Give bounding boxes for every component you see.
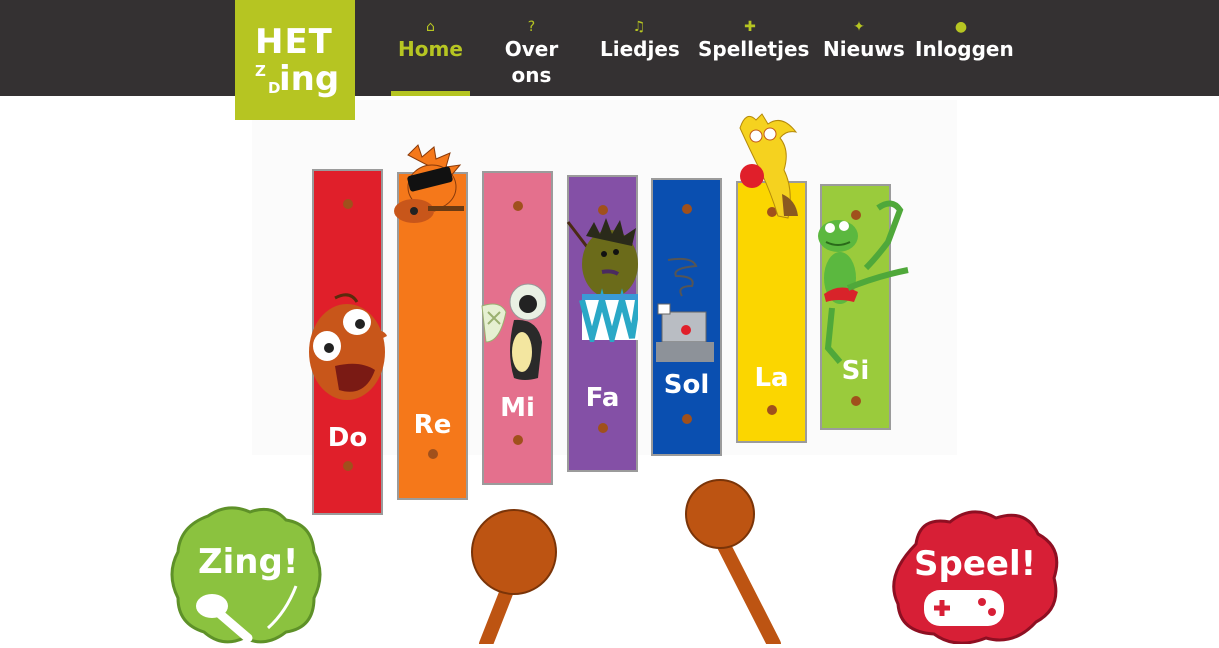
- bar-hole: [681, 204, 692, 214]
- nav-home[interactable]: ⌂ Home: [391, 18, 470, 96]
- bar-hole: [766, 405, 777, 415]
- bar-hole: [342, 199, 353, 209]
- bar-hole: [597, 423, 608, 433]
- speel-label: Speel!: [914, 544, 1037, 584]
- bar-hole: [681, 414, 692, 424]
- speel-button[interactable]: Speel!: [886, 504, 1064, 645]
- bar-note-label: La: [754, 363, 789, 393]
- nav-liedjes[interactable]: ♫ Liedjes: [600, 18, 680, 96]
- nav-spelletjes[interactable]: ✚ Spelletjes: [698, 18, 810, 96]
- hedgehog-drummer-character: [566, 218, 638, 342]
- nav-liedjes-label: Liedjes: [600, 37, 680, 61]
- logo-text-z: Z: [255, 62, 266, 80]
- penguin-astronaut-character: [481, 283, 547, 380]
- nav-nieuws[interactable]: ✦ Nieuws: [823, 18, 905, 96]
- nav-inloggen-label: Inloggen: [915, 37, 1014, 61]
- bar-note-label: Do: [327, 423, 368, 453]
- xylophone-bar-la[interactable]: La: [736, 181, 807, 443]
- megaphone-icon: ✦: [853, 19, 865, 35]
- zing-button[interactable]: Zing!: [168, 502, 324, 644]
- nav-inloggen[interactable]: ● Inloggen: [915, 18, 1014, 96]
- bar-note-label: Sol: [663, 370, 710, 400]
- site-logo[interactable]: HET Z D ing: [235, 0, 355, 120]
- orange-guitar-character: [394, 144, 464, 223]
- nav-nieuws-label: Nieuws: [823, 37, 905, 61]
- home-icon: ⌂: [426, 19, 435, 35]
- bar-note-label: Fa: [585, 383, 620, 413]
- robot-character: [656, 257, 714, 362]
- bar-note-label: Mi: [500, 393, 535, 423]
- bar-hole: [512, 435, 523, 445]
- logo-text-het: HET: [255, 22, 333, 62]
- bar-hole: [850, 396, 861, 406]
- left-mallet: [471, 509, 557, 644]
- nav-home-label: Home: [398, 37, 463, 61]
- bar-hole: [512, 201, 523, 211]
- bar-hole: [342, 461, 353, 471]
- bar-note-label: Re: [413, 410, 452, 440]
- nav-spelletjes-label: Spelletjes: [698, 37, 810, 61]
- question-icon: ?: [527, 19, 536, 35]
- music-note-icon: ♫: [632, 19, 646, 35]
- bar-hole: [427, 449, 438, 459]
- user-icon: ●: [954, 19, 968, 35]
- zing-label: Zing!: [198, 542, 299, 582]
- logo-text-ing: ing: [279, 59, 340, 99]
- puzzle-icon: ✚: [744, 19, 756, 35]
- nav-over-ons-label: Over ons: [504, 37, 559, 87]
- right-mallet: [685, 479, 781, 644]
- orange-monster-character: [309, 293, 387, 400]
- frog-character: [818, 200, 909, 364]
- giraffe-character: [739, 113, 798, 219]
- active-tab-indicator: [391, 91, 470, 96]
- nav-over-ons[interactable]: ? Over ons: [484, 18, 579, 96]
